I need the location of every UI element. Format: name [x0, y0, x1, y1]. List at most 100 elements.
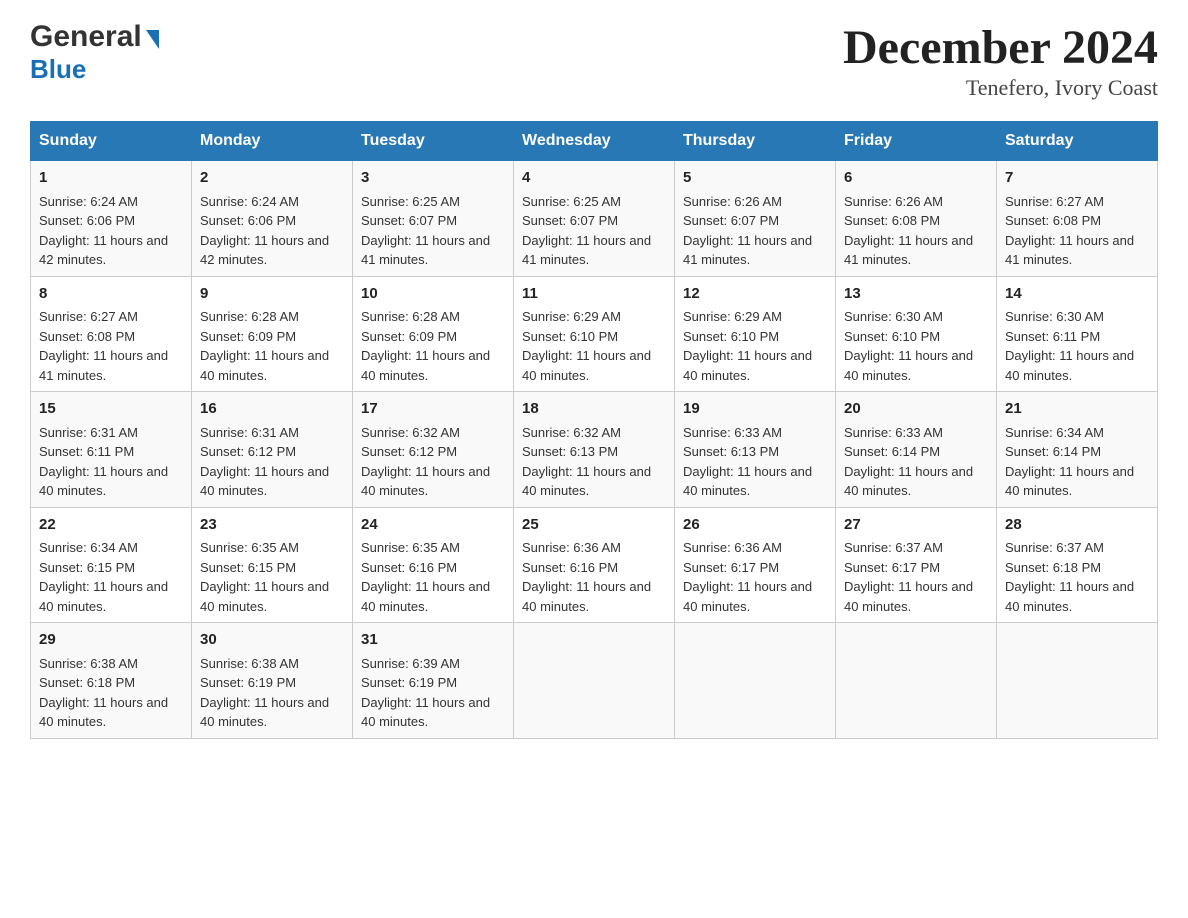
- col-header-thursday: Thursday: [675, 122, 836, 161]
- day-number: 16: [200, 398, 344, 421]
- daylight-text: Daylight: 11 hours and 40 minutes.: [361, 695, 490, 730]
- sunrise-text: Sunrise: 6:38 AM: [39, 656, 138, 671]
- sunset-text: Sunset: 6:08 PM: [844, 213, 940, 228]
- page-title: December 2024: [843, 20, 1158, 75]
- sunset-text: Sunset: 6:18 PM: [39, 675, 135, 690]
- sunset-text: Sunset: 6:10 PM: [844, 329, 940, 344]
- calendar-cell: 2 Sunrise: 6:24 AM Sunset: 6:06 PM Dayli…: [192, 161, 353, 277]
- calendar-cell: 1 Sunrise: 6:24 AM Sunset: 6:06 PM Dayli…: [31, 161, 192, 277]
- sunrise-text: Sunrise: 6:36 AM: [522, 540, 621, 555]
- sunrise-text: Sunrise: 6:30 AM: [844, 309, 943, 324]
- calendar-cell: 20 Sunrise: 6:33 AM Sunset: 6:14 PM Dayl…: [836, 392, 997, 508]
- day-number: 17: [361, 398, 505, 421]
- daylight-text: Daylight: 11 hours and 40 minutes.: [1005, 464, 1134, 499]
- day-number: 28: [1005, 514, 1149, 537]
- sunrise-text: Sunrise: 6:34 AM: [1005, 425, 1104, 440]
- sunrise-text: Sunrise: 6:28 AM: [200, 309, 299, 324]
- logo: General Blue: [30, 20, 159, 85]
- day-number: 3: [361, 167, 505, 190]
- calendar-cell: 21 Sunrise: 6:34 AM Sunset: 6:14 PM Dayl…: [997, 392, 1158, 508]
- sunrise-text: Sunrise: 6:25 AM: [522, 194, 621, 209]
- calendar-cell: 27 Sunrise: 6:37 AM Sunset: 6:17 PM Dayl…: [836, 507, 997, 623]
- daylight-text: Daylight: 11 hours and 40 minutes.: [39, 464, 168, 499]
- calendar-cell: 18 Sunrise: 6:32 AM Sunset: 6:13 PM Dayl…: [514, 392, 675, 508]
- calendar-week-2: 8 Sunrise: 6:27 AM Sunset: 6:08 PM Dayli…: [31, 276, 1158, 392]
- daylight-text: Daylight: 11 hours and 41 minutes.: [522, 233, 651, 268]
- logo-general-text: General: [30, 20, 142, 54]
- calendar-cell: 4 Sunrise: 6:25 AM Sunset: 6:07 PM Dayli…: [514, 161, 675, 277]
- day-number: 19: [683, 398, 827, 421]
- calendar-body: 1 Sunrise: 6:24 AM Sunset: 6:06 PM Dayli…: [31, 161, 1158, 739]
- daylight-text: Daylight: 11 hours and 40 minutes.: [522, 579, 651, 614]
- day-number: 8: [39, 283, 183, 306]
- day-number: 12: [683, 283, 827, 306]
- day-number: 29: [39, 629, 183, 652]
- calendar-cell: 28 Sunrise: 6:37 AM Sunset: 6:18 PM Dayl…: [997, 507, 1158, 623]
- day-number: 11: [522, 283, 666, 306]
- day-number: 21: [1005, 398, 1149, 421]
- sunrise-text: Sunrise: 6:28 AM: [361, 309, 460, 324]
- calendar-cell: [836, 623, 997, 739]
- calendar-cell: 23 Sunrise: 6:35 AM Sunset: 6:15 PM Dayl…: [192, 507, 353, 623]
- sunrise-text: Sunrise: 6:26 AM: [844, 194, 943, 209]
- sunrise-text: Sunrise: 6:35 AM: [361, 540, 460, 555]
- sunset-text: Sunset: 6:06 PM: [39, 213, 135, 228]
- daylight-text: Daylight: 11 hours and 40 minutes.: [200, 464, 329, 499]
- calendar-header-row: SundayMondayTuesdayWednesdayThursdayFrid…: [31, 122, 1158, 161]
- sunrise-text: Sunrise: 6:27 AM: [1005, 194, 1104, 209]
- sunrise-text: Sunrise: 6:31 AM: [200, 425, 299, 440]
- day-number: 25: [522, 514, 666, 537]
- day-number: 1: [39, 167, 183, 190]
- calendar-cell: 9 Sunrise: 6:28 AM Sunset: 6:09 PM Dayli…: [192, 276, 353, 392]
- sunset-text: Sunset: 6:11 PM: [1005, 329, 1100, 344]
- calendar-cell: 15 Sunrise: 6:31 AM Sunset: 6:11 PM Dayl…: [31, 392, 192, 508]
- calendar-cell: [514, 623, 675, 739]
- logo-arrow-icon: [146, 30, 159, 49]
- calendar-table: SundayMondayTuesdayWednesdayThursdayFrid…: [30, 121, 1158, 739]
- sunset-text: Sunset: 6:12 PM: [361, 444, 457, 459]
- daylight-text: Daylight: 11 hours and 40 minutes.: [683, 348, 812, 383]
- sunset-text: Sunset: 6:15 PM: [200, 560, 296, 575]
- sunset-text: Sunset: 6:11 PM: [39, 444, 134, 459]
- sunrise-text: Sunrise: 6:32 AM: [361, 425, 460, 440]
- col-header-sunday: Sunday: [31, 122, 192, 161]
- day-number: 24: [361, 514, 505, 537]
- daylight-text: Daylight: 11 hours and 40 minutes.: [1005, 579, 1134, 614]
- sunset-text: Sunset: 6:16 PM: [361, 560, 457, 575]
- col-header-saturday: Saturday: [997, 122, 1158, 161]
- day-number: 30: [200, 629, 344, 652]
- daylight-text: Daylight: 11 hours and 41 minutes.: [361, 233, 490, 268]
- sunset-text: Sunset: 6:17 PM: [683, 560, 779, 575]
- sunrise-text: Sunrise: 6:30 AM: [1005, 309, 1104, 324]
- calendar-cell: 30 Sunrise: 6:38 AM Sunset: 6:19 PM Dayl…: [192, 623, 353, 739]
- sunset-text: Sunset: 6:19 PM: [361, 675, 457, 690]
- sunrise-text: Sunrise: 6:24 AM: [200, 194, 299, 209]
- daylight-text: Daylight: 11 hours and 40 minutes.: [39, 695, 168, 730]
- sunset-text: Sunset: 6:13 PM: [683, 444, 779, 459]
- sunrise-text: Sunrise: 6:37 AM: [844, 540, 943, 555]
- daylight-text: Daylight: 11 hours and 40 minutes.: [361, 348, 490, 383]
- calendar-cell: 3 Sunrise: 6:25 AM Sunset: 6:07 PM Dayli…: [353, 161, 514, 277]
- sunset-text: Sunset: 6:10 PM: [683, 329, 779, 344]
- day-number: 14: [1005, 283, 1149, 306]
- calendar-cell: 13 Sunrise: 6:30 AM Sunset: 6:10 PM Dayl…: [836, 276, 997, 392]
- calendar-week-4: 22 Sunrise: 6:34 AM Sunset: 6:15 PM Dayl…: [31, 507, 1158, 623]
- logo-blue-text: Blue: [30, 54, 86, 84]
- calendar-cell: 6 Sunrise: 6:26 AM Sunset: 6:08 PM Dayli…: [836, 161, 997, 277]
- sunrise-text: Sunrise: 6:29 AM: [522, 309, 621, 324]
- calendar-cell: 10 Sunrise: 6:28 AM Sunset: 6:09 PM Dayl…: [353, 276, 514, 392]
- calendar-week-1: 1 Sunrise: 6:24 AM Sunset: 6:06 PM Dayli…: [31, 161, 1158, 277]
- day-number: 23: [200, 514, 344, 537]
- day-number: 20: [844, 398, 988, 421]
- sunrise-text: Sunrise: 6:29 AM: [683, 309, 782, 324]
- sunrise-text: Sunrise: 6:34 AM: [39, 540, 138, 555]
- day-number: 9: [200, 283, 344, 306]
- daylight-text: Daylight: 11 hours and 40 minutes.: [522, 464, 651, 499]
- daylight-text: Daylight: 11 hours and 42 minutes.: [200, 233, 329, 268]
- sunrise-text: Sunrise: 6:27 AM: [39, 309, 138, 324]
- sunset-text: Sunset: 6:14 PM: [844, 444, 940, 459]
- sunrise-text: Sunrise: 6:37 AM: [1005, 540, 1104, 555]
- sunrise-text: Sunrise: 6:33 AM: [844, 425, 943, 440]
- sunset-text: Sunset: 6:07 PM: [522, 213, 618, 228]
- sunrise-text: Sunrise: 6:38 AM: [200, 656, 299, 671]
